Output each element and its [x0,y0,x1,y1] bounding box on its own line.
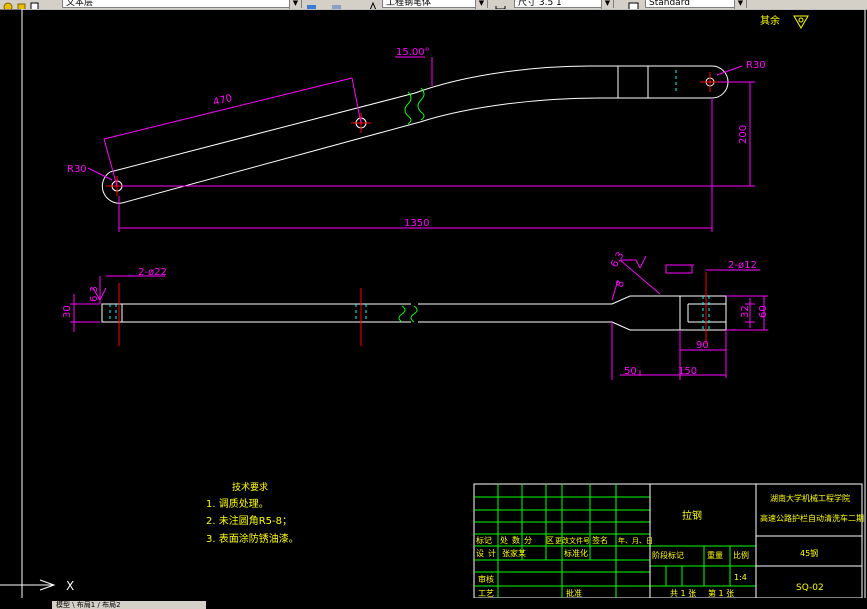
table-style-icon[interactable] [628,0,639,9]
dim-roughness-right-text: 6.3 [609,250,626,269]
dim-50-text: 50 [624,366,637,377]
process-label: 工艺 [478,589,494,598]
scale-label: 比例 [733,550,749,560]
rev-header-2: 处 [500,535,508,545]
rev-header-1: 记 [484,536,492,545]
drawing-number: SQ-02 [796,583,824,593]
layer-dropdown[interactable]: 文本层 ▼ [62,0,302,9]
text-style-dropdown[interactable]: 工程钢笔体 ▼ [382,0,488,9]
standardization-label: 标准化 [564,548,588,558]
dim-roughness-left-text: 6.3 [89,286,100,302]
material-value: 45钢 [800,548,818,558]
chevron-down-icon[interactable]: ▼ [601,0,613,9]
approve-label: 批准 [566,588,582,598]
dim-60-text: 60 [758,305,769,318]
text-style-value: 工程钢笔体 [386,0,432,8]
tech-note-3: 3. 表面涂防锈油漆。 [206,532,299,545]
designer-name: 张家某 [502,548,526,558]
top-view [101,65,729,204]
tech-notes-title: 技术要求 [232,481,268,493]
chevron-down-icon[interactable]: ▼ [475,0,487,9]
layer-color-icon[interactable] [29,0,40,9]
side-view-break-1 [398,305,406,323]
design-label-1: 计 [488,548,496,558]
side-view-fork-body [679,295,727,331]
dim-style-dropdown[interactable]: 尺寸 3.5 1 ▼ [514,0,614,9]
chevron-down-icon[interactable]: ▼ [734,0,746,9]
table-style-dropdown[interactable]: Standard ▼ [645,0,747,9]
top-view-dim-text: 15.00° 470 R30 R30 200 1350 [67,47,766,229]
side-view-fork-transition [611,295,681,331]
top-view-break-line-1 [404,91,412,125]
dim-1350-text: 1350 [404,218,429,229]
top-view-dimensions [87,56,755,232]
dim-90-text: 90 [696,340,709,351]
weight-label: 重量 [707,550,723,560]
sheets-total: 共 1 张 [670,589,696,598]
drawing-svg: 15.00° 470 R30 R30 200 1350 2-ø22 2-ø12 … [0,8,866,600]
part-name: 拉钢 [682,509,702,522]
top-view-center-marks [106,70,720,196]
sheet-number: 第 1 张 [708,588,734,598]
dim-30-text: 30 [62,305,73,318]
dim-style-icon[interactable] [495,0,506,9]
table-style-value: Standard [649,0,690,8]
top-view-break-line-2 [417,87,425,121]
rev-header-7: 签名 [592,535,608,545]
tech-note-2: 2. 未注圆角R5-8； [206,514,292,527]
dim-style-value: 尺寸 3.5 1 [518,0,562,8]
stage-mark-label: 阶段标记 [652,550,684,560]
side-view [101,295,727,331]
school-name: 湖南大学机械工程学院 [770,493,850,503]
chevron-down-icon[interactable]: ▼ [289,0,301,9]
rev-header-3: 数 [512,535,520,545]
layer-dropdown-value: 文本层 [66,0,94,8]
rev-header-8: 年、月、日 [618,536,653,545]
side-view-dim-text: 2-ø22 2-ø12 30 6.3 6.3 8 32 60 90 50 150 [62,250,769,377]
tech-note-1: 1. 调质处理。 [206,498,269,510]
dim-r30-right-text: R30 [746,60,766,71]
roughness-symbol-icon [793,15,809,29]
dim-470-text: 470 [212,93,233,108]
scale-value: 1:4 [734,573,747,582]
dim-angle-text: 15.00° [396,47,430,58]
rev-header-4: 分 [524,536,532,545]
layer-lock-icon[interactable] [16,0,27,9]
dim-8-text: 8 [614,279,627,289]
rev-header-6: 更改文件号 [555,536,590,545]
side-view-dimensions [70,255,768,380]
dim-2phi12-text: 2-ø12 [728,260,757,271]
rev-header-0: 标 [476,535,484,545]
dim-r30-left-text: R30 [67,164,87,175]
dim-2phi22-text: 2-ø22 [138,267,167,278]
layer-previous-icon[interactable] [331,0,342,9]
design-label-0: 设 [476,548,484,558]
review-label: 审核 [478,574,494,584]
dim-32-text: 32 [740,305,751,318]
layer-manager-icon[interactable] [306,0,317,9]
dim-200-text: 200 [738,125,749,144]
dim-150-text: 150 [678,366,697,377]
tech-notes: 技术要求 1. 调质处理。 2. 未注圆角R5-8； 3. 表面涂防锈油漆。 [206,481,299,545]
ucs-x-label: X [66,579,74,593]
top-view-lower-edge [121,97,712,204]
drawing-canvas[interactable]: 15.00° 470 R30 R30 200 1350 2-ø22 2-ø12 … [0,8,867,600]
project-name: 高速公路护栏自动清洗车二期 [760,513,864,523]
rev-header-5: 区 [546,536,554,545]
ucs-icon [0,579,56,591]
layer-state-icon[interactable] [3,0,14,9]
text-style-icon[interactable] [368,0,379,9]
side-view-break-2 [410,305,418,323]
corner-note-text: 其余 [760,14,780,27]
